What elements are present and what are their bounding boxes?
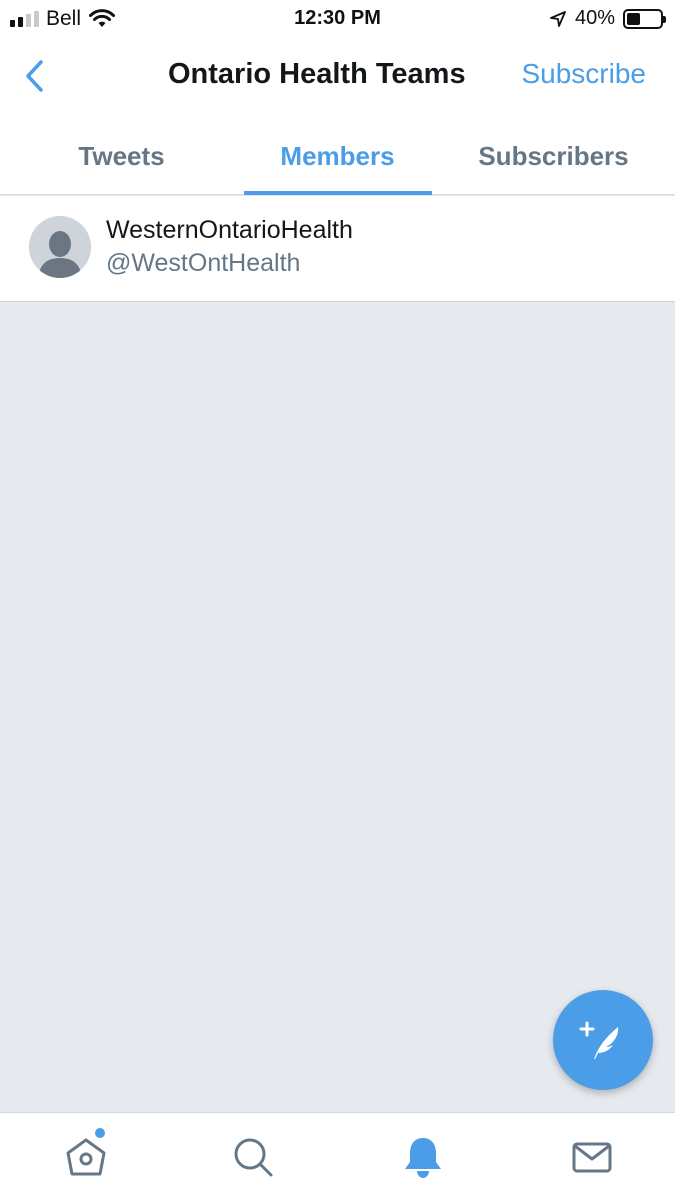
active-tab-indicator bbox=[244, 191, 432, 195]
compose-tweet-button[interactable] bbox=[553, 990, 653, 1090]
location-arrow-icon bbox=[550, 10, 566, 27]
nav-search[interactable] bbox=[229, 1133, 277, 1181]
list-item[interactable]: WesternOntarioHealth @WestOntHealth bbox=[0, 196, 675, 302]
bottom-nav-bar bbox=[0, 1112, 675, 1200]
status-right: 40% bbox=[549, 7, 666, 30]
nav-home[interactable] bbox=[62, 1133, 110, 1181]
battery-fill bbox=[627, 12, 640, 25]
default-avatar-icon bbox=[29, 216, 91, 278]
home-icon bbox=[66, 1138, 106, 1176]
tab-subscribers[interactable]: Subscribers bbox=[441, 118, 666, 195]
search-icon bbox=[234, 1138, 273, 1177]
back-button[interactable] bbox=[18, 58, 54, 94]
mail-icon bbox=[572, 1142, 612, 1173]
nav-messages[interactable] bbox=[568, 1133, 616, 1181]
battery-icon bbox=[623, 8, 666, 29]
tab-tweets[interactable]: Tweets bbox=[9, 118, 234, 195]
member-handle: @WestOntHealth bbox=[106, 249, 301, 277]
bell-icon bbox=[405, 1138, 441, 1178]
nav-notifications[interactable] bbox=[399, 1133, 447, 1181]
tab-members[interactable]: Members bbox=[225, 118, 450, 195]
home-unread-dot bbox=[95, 1128, 105, 1138]
chevron-left-icon bbox=[26, 60, 43, 92]
subscribe-button[interactable]: Subscribe bbox=[521, 58, 646, 90]
member-name: WesternOntarioHealth bbox=[106, 216, 353, 244]
avatar[interactable] bbox=[29, 216, 91, 278]
status-bar: Bell 12:30 PM 40% bbox=[0, 0, 675, 38]
nav-header: Ontario Health Teams Subscribe bbox=[0, 38, 675, 118]
battery-percent: 40% bbox=[574, 7, 615, 29]
compose-tweet-icon bbox=[579, 1021, 619, 1059]
page-title: Ontario Health Teams bbox=[168, 58, 466, 90]
tab-bar: Tweets Members Subscribers bbox=[0, 118, 675, 195]
